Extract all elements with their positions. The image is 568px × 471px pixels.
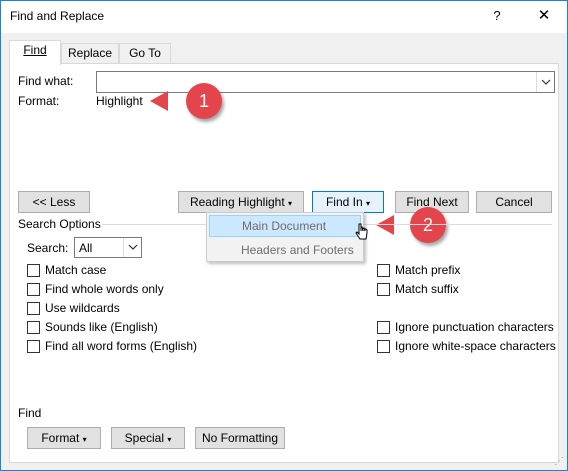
reading-highlight-button[interactable]: Reading Highlight ▾ xyxy=(178,191,304,213)
checkbox-label: Ignore punctuation characters xyxy=(395,320,554,334)
menu-item-headers-footers[interactable]: Headers and Footers xyxy=(209,239,361,261)
checkbox-label: Find all word forms (English) xyxy=(45,339,198,353)
caret-down-icon: ▾ xyxy=(366,199,371,208)
help-button[interactable]: ? xyxy=(477,1,517,31)
cancel-button[interactable]: Cancel xyxy=(476,191,552,213)
tab-replace-label: Replace xyxy=(67,46,113,60)
no-formatting-button[interactable]: No Formatting xyxy=(195,427,285,449)
caret-down-icon: ▾ xyxy=(82,435,87,444)
format-button-label: Format xyxy=(41,431,80,445)
search-direction-select[interactable]: All xyxy=(74,237,142,258)
menu-item-main-document[interactable]: Main Document xyxy=(209,215,361,237)
chevron-down-icon[interactable] xyxy=(123,238,141,257)
less-button[interactable]: << Less xyxy=(18,191,90,213)
find-section-title: Find xyxy=(18,406,42,420)
match-suffix-checkbox[interactable]: Match suffix xyxy=(377,281,459,297)
divider xyxy=(364,224,552,225)
checkbox-label: Sounds like (English) xyxy=(45,320,158,334)
window-title: Find and Replace xyxy=(10,9,105,23)
search-direction-value: All xyxy=(79,241,93,255)
find-tab-panel: Find what: Format: Highlight 1 << Less R… xyxy=(9,63,559,463)
find-in-button[interactable]: Find In ▾ xyxy=(312,191,384,213)
find-in-label: Find In xyxy=(325,195,363,209)
tab-find[interactable]: Find xyxy=(9,40,61,65)
caret-down-icon: ▾ xyxy=(167,435,172,444)
checkbox-box[interactable] xyxy=(377,320,390,334)
mouse-cursor-icon xyxy=(355,223,369,246)
use-wildcards-checkbox[interactable]: Use wildcards xyxy=(27,300,120,316)
find-what-combobox[interactable] xyxy=(96,71,555,93)
checkbox-box[interactable] xyxy=(377,263,390,277)
resize-grip-icon[interactable]: ⋰ xyxy=(554,456,564,467)
checkbox-label: Match suffix xyxy=(395,282,459,296)
match-case-checkbox[interactable]: Match case xyxy=(27,262,106,278)
special-button[interactable]: Special ▾ xyxy=(111,427,185,449)
search-options-title: Search Options xyxy=(18,217,101,231)
callout-tail xyxy=(376,215,394,235)
find-whole-words-checkbox[interactable]: Find whole words only xyxy=(27,281,164,297)
divider xyxy=(102,224,206,225)
reading-highlight-label: Reading Highlight xyxy=(189,195,285,209)
callout-badge-2: 2 xyxy=(410,207,446,243)
ignore-punctuation-checkbox[interactable]: Ignore punctuation characters xyxy=(377,319,554,335)
checkbox-box[interactable] xyxy=(27,282,40,296)
checkbox-box[interactable] xyxy=(377,339,390,353)
find-what-label: Find what: xyxy=(18,74,74,88)
checkbox-box[interactable] xyxy=(27,320,40,334)
search-label: Search: xyxy=(27,241,69,255)
checkbox-label: Match case xyxy=(45,263,107,277)
checkbox-box[interactable] xyxy=(377,282,390,296)
checkbox-box[interactable] xyxy=(27,339,40,353)
find-all-word-forms-checkbox[interactable]: Find all word forms (English) xyxy=(27,338,197,354)
checkbox-label: Use wildcards xyxy=(45,301,120,315)
checkbox-label: Ignore white-space characters xyxy=(395,339,556,353)
checkbox-box[interactable] xyxy=(27,263,40,277)
sounds-like-checkbox[interactable]: Sounds like (English) xyxy=(27,319,158,335)
caret-down-icon: ▾ xyxy=(288,199,293,208)
find-in-menu: Main Document Headers and Footers xyxy=(206,212,364,262)
tab-goto-label: Go To xyxy=(129,46,161,60)
callout-badge-1: 1 xyxy=(186,83,222,119)
close-button[interactable]: ✕ xyxy=(521,1,567,31)
match-prefix-checkbox[interactable]: Match prefix xyxy=(377,262,460,278)
find-what-input[interactable] xyxy=(97,72,535,92)
checkbox-box[interactable] xyxy=(27,301,40,315)
checkbox-label: Find whole words only xyxy=(45,282,164,296)
checkbox-label: Match prefix xyxy=(395,263,461,277)
chevron-down-icon[interactable] xyxy=(536,72,554,92)
ignore-whitespace-checkbox[interactable]: Ignore white-space characters xyxy=(377,338,556,354)
format-value: Highlight xyxy=(96,94,143,108)
callout-tail xyxy=(150,91,168,111)
format-label: Format: xyxy=(18,94,60,108)
tab-replace[interactable]: Replace xyxy=(61,43,119,64)
title-bar[interactable]: Find and Replace ? ✕ xyxy=(1,1,567,33)
tab-find-label: Find xyxy=(23,43,47,57)
find-replace-dialog: Find and Replace ? ✕ Find Replace Go To … xyxy=(0,0,568,471)
format-button[interactable]: Format ▾ xyxy=(27,427,101,449)
special-button-label: Special xyxy=(124,431,164,445)
tab-goto[interactable]: Go To xyxy=(119,43,171,64)
